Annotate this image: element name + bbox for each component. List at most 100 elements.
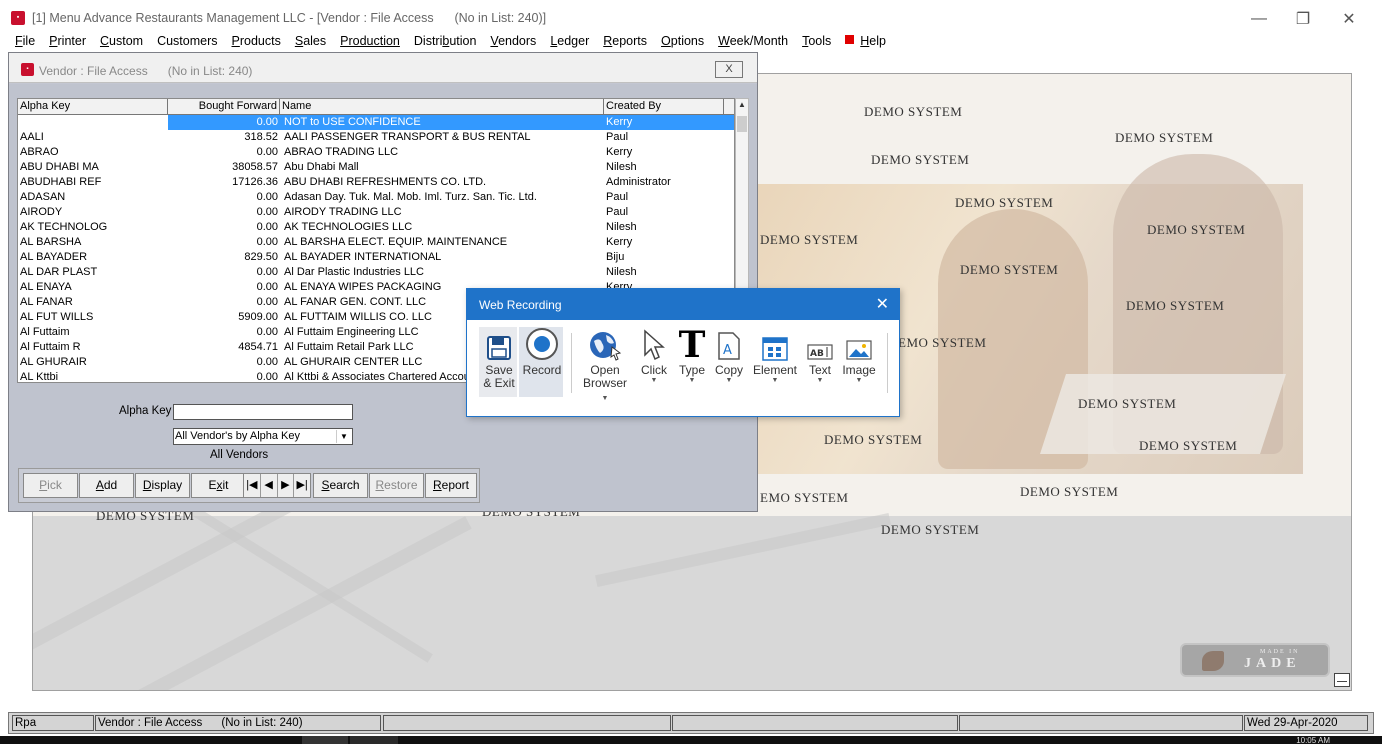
- table-cell: 38058.57: [232, 161, 278, 173]
- toolbar-separator: [887, 333, 888, 393]
- text-button[interactable]: AB Text ▼: [805, 329, 835, 385]
- alpha-key-input[interactable]: [173, 404, 353, 420]
- scroll-up-icon[interactable]: ▲: [737, 100, 747, 112]
- table-row[interactable]: ADASAN 0.00 Adasan Day. Tuk. Mal. Mob. Iml…: [18, 190, 734, 205]
- help-marker-icon: [845, 35, 855, 44]
- column-header-alpha-key[interactable]: Alpha Key: [18, 99, 168, 115]
- chevron-down-icon[interactable]: ▼: [713, 377, 745, 385]
- menu-item[interactable]: Production: [333, 31, 407, 51]
- chevron-down-icon[interactable]: ▼: [675, 377, 709, 385]
- menu-item-label: eports: [612, 34, 648, 48]
- chevron-down-icon[interactable]: ▼: [602, 395, 609, 402]
- menu-item[interactable]: Week/Month: [711, 31, 795, 51]
- exit-button[interactable]: Exit: [191, 473, 246, 498]
- menu-item[interactable]: Vendors: [483, 31, 543, 51]
- save-exit-label: & Exit: [483, 376, 515, 390]
- menu-item-label: O: [661, 34, 671, 48]
- chevron-down-icon[interactable]: ▼: [336, 430, 351, 443]
- open-browser-button[interactable]: Open Browser ▼: [579, 329, 631, 403]
- menu-item[interactable]: Customers: [150, 31, 224, 51]
- pick-button[interactable]: Pick: [23, 473, 78, 498]
- background-stripe: [595, 512, 891, 588]
- menu-item-label: endors: [498, 34, 537, 48]
- vendor-filter-select[interactable]: All Vendor's by Alpha Key ▼: [173, 428, 353, 445]
- menu-item-label: ile: [22, 34, 36, 48]
- menu-item[interactable]: File: [8, 31, 42, 51]
- copy-button[interactable]: A Copy ▼: [713, 329, 745, 385]
- column-header-bought-forward[interactable]: Bought Forward: [168, 99, 280, 115]
- table-row[interactable]: ABRAO 0.00 ABRAO TRADING LLC Kerry: [18, 145, 734, 160]
- vendor-window-close-button[interactable]: X: [715, 61, 743, 78]
- next-record-icon[interactable]: ▶: [278, 474, 295, 497]
- table-row[interactable]: ABUDHABI REF 17126.36 ABU DHABI REFRESHMEN…: [18, 175, 734, 190]
- table-cell: ABRAO TRADING LLC: [284, 146, 399, 158]
- search-button[interactable]: Search: [313, 473, 368, 498]
- chevron-down-icon[interactable]: ▼: [637, 377, 671, 385]
- table-cell: 0.00: [256, 356, 278, 368]
- table-cell: 5909.00: [238, 311, 278, 323]
- menu-item[interactable]: Help: [838, 31, 893, 51]
- status-panel: [959, 715, 1243, 731]
- table-cell: 17126.36: [232, 176, 278, 188]
- table-row[interactable]: AIRODY 0.00 AIRODY TRADING LLC Paul: [18, 205, 734, 220]
- menu-bar: File Printer Custom Customers Products Sales P…: [0, 31, 1382, 51]
- globe-icon: [579, 329, 631, 361]
- table-cell: AL BARSHA: [20, 236, 82, 248]
- element-button[interactable]: Element ▼: [751, 329, 799, 385]
- restore-button[interactable]: Restore: [369, 473, 424, 498]
- element-label: Element: [752, 363, 798, 377]
- save-exit-button[interactable]: Save & Exit: [481, 329, 517, 390]
- table-row[interactable]: ABU DHABI MA 38058.57 Abu Dhabi Mall Nilesh: [18, 160, 734, 175]
- menu-item[interactable]: Printer: [42, 31, 93, 51]
- menu-item[interactable]: Products: [225, 31, 288, 51]
- taskbar-item[interactable]: [350, 736, 398, 744]
- chevron-down-icon[interactable]: ▼: [839, 377, 879, 385]
- table-row[interactable]: AL BAYADER 829.50 AL BAYADER INTERNATIONAL…: [18, 250, 734, 265]
- column-header-created-by[interactable]: Created By: [604, 99, 724, 115]
- table-cell: AL FANAR: [20, 296, 73, 308]
- display-button[interactable]: Display: [135, 473, 190, 498]
- previous-record-icon[interactable]: ◀: [261, 474, 278, 497]
- last-record-icon[interactable]: ▶|: [294, 474, 310, 497]
- minimize-button[interactable]: —: [1236, 6, 1282, 32]
- close-button[interactable]: ✕: [1326, 6, 1372, 32]
- menu-item-label: rinter: [57, 34, 86, 48]
- restore-button[interactable]: ❐: [1280, 6, 1326, 32]
- click-button[interactable]: Click ▼: [637, 329, 671, 385]
- menu-item[interactable]: Sales: [288, 31, 333, 51]
- table-row[interactable]: AK TECHNOLOG 0.00 AK TECHNOLOGIES LLC Niles…: [18, 220, 734, 235]
- scroll-thumb[interactable]: [737, 116, 747, 132]
- type-button[interactable]: T Type ▼: [675, 327, 709, 385]
- open-browser-label: Browser: [582, 376, 627, 390]
- web-recording-close-button[interactable]: ✕: [876, 294, 889, 314]
- vendor-table-header: Alpha Key Bought Forward Name Created By: [18, 99, 734, 115]
- menu-item[interactable]: Tools: [795, 31, 838, 51]
- image-button[interactable]: Image ▼: [839, 329, 879, 385]
- chevron-down-icon[interactable]: ▼: [805, 377, 835, 385]
- menu-item[interactable]: Ledger: [543, 31, 596, 51]
- menu-item[interactable]: Distribution: [407, 31, 484, 51]
- menu-item[interactable]: Custom: [93, 31, 150, 51]
- table-row[interactable]: 0.00 NOT to USE CONFIDENCE Kerry: [18, 115, 734, 130]
- window-list-icon[interactable]: [1334, 673, 1350, 687]
- column-header-name[interactable]: Name: [280, 99, 604, 115]
- menu-item-label: ales: [303, 34, 327, 48]
- watermark-text: DEMO SYSTEM: [760, 232, 859, 247]
- chevron-down-icon[interactable]: ▼: [751, 377, 799, 385]
- text-label: Text: [808, 363, 831, 377]
- table-row[interactable]: AL BARSHA 0.00 AL BARSHA ELECT. EQUIP. MAI…: [18, 235, 734, 250]
- taskbar-item[interactable]: [302, 736, 348, 744]
- table-row[interactable]: AL DAR PLAST 0.00 Al Dar Plastic Industrie…: [18, 265, 734, 280]
- report-button[interactable]: Report: [425, 473, 477, 498]
- table-cell: [18, 115, 168, 130]
- first-record-icon[interactable]: |◀: [244, 474, 261, 497]
- add-button[interactable]: Add: [79, 473, 134, 498]
- table-cell: 0.00: [256, 326, 278, 338]
- table-cell: ABU DHABI REFRESHMENTS CO. LTD.: [284, 176, 487, 188]
- record-icon: [521, 328, 563, 361]
- menu-item[interactable]: Options: [654, 31, 711, 51]
- menu-item[interactable]: Reports: [596, 31, 654, 51]
- table-row[interactable]: AALI 318.52 AALI PASSENGER TRANSPORT & BUS…: [18, 130, 734, 145]
- record-button[interactable]: Record: [521, 328, 563, 377]
- background-stripe: [173, 495, 433, 663]
